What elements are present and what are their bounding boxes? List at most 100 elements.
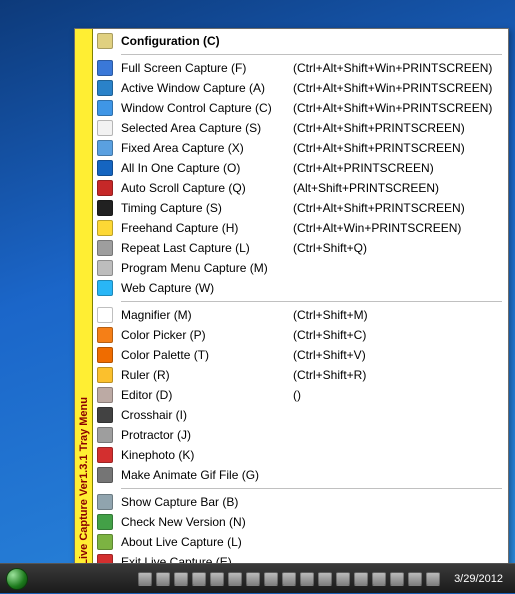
menu-item-shortcut: (Ctrl+Alt+Shift+PRINTSCREEN)	[293, 201, 465, 215]
menu-item-shortcut: (Ctrl+Alt+PRINTSCREEN)	[293, 161, 434, 175]
menu-item-label: Auto Scroll Capture (Q)	[121, 181, 293, 195]
menu-item[interactable]: Configuration (C)	[93, 31, 508, 51]
menu-item-icon	[97, 534, 113, 550]
menu-item-shortcut: (Ctrl+Shift+Q)	[293, 241, 367, 255]
menu-item[interactable]: Fixed Area Capture (X)(Ctrl+Alt+Shift+PR…	[93, 138, 508, 158]
taskbar-clock[interactable]: 3/29/2012	[444, 572, 509, 586]
tray-icon[interactable]	[318, 572, 332, 586]
menu-item[interactable]: Protractor (J)	[93, 425, 508, 445]
menu-item-icon	[97, 60, 113, 76]
menu-item[interactable]: Magnifier (M)(Ctrl+Shift+M)	[93, 305, 508, 325]
menu-item[interactable]: Program Menu Capture (M)	[93, 258, 508, 278]
tray-icon[interactable]	[264, 572, 278, 586]
menu-item[interactable]: Repeat Last Capture (L)(Ctrl+Shift+Q)	[93, 238, 508, 258]
menu-separator	[121, 301, 502, 302]
menu-item[interactable]: All In One Capture (O)(Ctrl+Alt+PRINTSCR…	[93, 158, 508, 178]
menu-item-icon	[97, 120, 113, 136]
menu-item-shortcut: (Ctrl+Shift+M)	[293, 308, 368, 322]
menu-item[interactable]: Crosshair (I)	[93, 405, 508, 425]
menu-item-label: Kinephoto (K)	[121, 448, 293, 462]
menu-item-label: Repeat Last Capture (L)	[121, 241, 293, 255]
menu-item-icon	[97, 180, 113, 196]
menu-item-icon	[97, 280, 113, 296]
menu-item[interactable]: Editor (D)()	[93, 385, 508, 405]
tray-icon[interactable]	[390, 572, 404, 586]
menu-item-shortcut: (Ctrl+Alt+Shift+PRINTSCREEN)	[293, 121, 465, 135]
menu-title-strip: Live Capture Ver1.3.1 Tray Menu	[75, 29, 93, 574]
tray-icon[interactable]	[246, 572, 260, 586]
menu-item[interactable]: Freehand Capture (H)(Ctrl+Alt+Win+PRINTS…	[93, 218, 508, 238]
menu-item-shortcut: (Ctrl+Alt+Win+PRINTSCREEN)	[293, 221, 461, 235]
menu-item[interactable]: Color Picker (P)(Ctrl+Shift+C)	[93, 325, 508, 345]
tray-icon[interactable]	[228, 572, 242, 586]
tray-icon[interactable]	[210, 572, 224, 586]
menu-item[interactable]: Window Control Capture (C)(Ctrl+Alt+Shif…	[93, 98, 508, 118]
start-button[interactable]	[0, 564, 34, 594]
menu-item-icon	[97, 327, 113, 343]
menu-item-icon	[97, 260, 113, 276]
menu-body: Configuration (C) Full Screen Capture (F)…	[93, 29, 508, 574]
tray-icon[interactable]	[156, 572, 170, 586]
menu-item[interactable]: Auto Scroll Capture (Q)(Alt+Shift+PRINTS…	[93, 178, 508, 198]
tray-icon[interactable]	[408, 572, 422, 586]
tray-icon[interactable]	[282, 572, 296, 586]
menu-separator	[121, 488, 502, 489]
menu-item-shortcut: (Ctrl+Alt+Shift+Win+PRINTSCREEN)	[293, 101, 492, 115]
menu-item-label: Color Picker (P)	[121, 328, 293, 342]
menu-item-label: Check New Version (N)	[121, 515, 293, 529]
menu-item[interactable]: Selected Area Capture (S)(Ctrl+Alt+Shift…	[93, 118, 508, 138]
menu-item-label: Window Control Capture (C)	[121, 101, 293, 115]
menu-item-label: Timing Capture (S)	[121, 201, 293, 215]
menu-item-label: Active Window Capture (A)	[121, 81, 293, 95]
menu-item-label: Program Menu Capture (M)	[121, 261, 293, 275]
tray-icon[interactable]	[138, 572, 152, 586]
menu-item-label: Crosshair (I)	[121, 408, 293, 422]
menu-item-icon	[97, 240, 113, 256]
menu-item[interactable]: Show Capture Bar (B)	[93, 492, 508, 512]
menu-item[interactable]: Web Capture (W)	[93, 278, 508, 298]
taskbar: 3/29/2012	[0, 563, 515, 593]
menu-item-icon	[97, 467, 113, 483]
menu-item[interactable]: About Live Capture (L)	[93, 532, 508, 552]
tray-icon[interactable]	[174, 572, 188, 586]
menu-item[interactable]: Timing Capture (S)(Ctrl+Alt+Shift+PRINTS…	[93, 198, 508, 218]
menu-item-icon	[97, 160, 113, 176]
menu-item-label: Selected Area Capture (S)	[121, 121, 293, 135]
tray-icon[interactable]	[354, 572, 368, 586]
menu-item-icon	[97, 220, 113, 236]
tray-icon[interactable]	[426, 572, 440, 586]
menu-item-icon	[97, 140, 113, 156]
menu-item[interactable]: Color Palette (T)(Ctrl+Shift+V)	[93, 345, 508, 365]
menu-item[interactable]: Make Animate Gif File (G)	[93, 465, 508, 485]
menu-item-label: Make Animate Gif File (G)	[121, 468, 293, 482]
menu-item-label: Freehand Capture (H)	[121, 221, 293, 235]
tray-icon[interactable]	[300, 572, 314, 586]
menu-item-label: Editor (D)	[121, 388, 293, 402]
menu-item[interactable]: Ruler (R)(Ctrl+Shift+R)	[93, 365, 508, 385]
tray-icon[interactable]	[372, 572, 386, 586]
tray-icon[interactable]	[192, 572, 206, 586]
menu-item-label: Magnifier (M)	[121, 308, 293, 322]
tray-icon[interactable]	[336, 572, 350, 586]
menu-item-icon	[97, 387, 113, 403]
menu-item-icon	[97, 80, 113, 96]
menu-item-label: About Live Capture (L)	[121, 535, 293, 549]
menu-item-label: Full Screen Capture (F)	[121, 61, 293, 75]
context-menu: Live Capture Ver1.3.1 Tray Menu Configur…	[74, 28, 509, 575]
menu-item-shortcut: (Ctrl+Alt+Shift+PRINTSCREEN)	[293, 141, 465, 155]
menu-item-icon	[97, 494, 113, 510]
menu-item-label: Color Palette (T)	[121, 348, 293, 362]
menu-item[interactable]: Kinephoto (K)	[93, 445, 508, 465]
menu-item-icon	[97, 367, 113, 383]
menu-item-shortcut: (Ctrl+Alt+Shift+Win+PRINTSCREEN)	[293, 61, 492, 75]
menu-item[interactable]: Check New Version (N)	[93, 512, 508, 532]
menu-item[interactable]: Full Screen Capture (F)(Ctrl+Alt+Shift+W…	[93, 58, 508, 78]
menu-item-shortcut: (Ctrl+Shift+C)	[293, 328, 366, 342]
menu-item[interactable]: Active Window Capture (A)(Ctrl+Alt+Shift…	[93, 78, 508, 98]
menu-item-icon	[97, 33, 113, 49]
menu-item-icon	[97, 347, 113, 363]
menu-item-label: Fixed Area Capture (X)	[121, 141, 293, 155]
menu-item-icon	[97, 407, 113, 423]
menu-item-shortcut: (Ctrl+Shift+V)	[293, 348, 366, 362]
menu-item-label: Show Capture Bar (B)	[121, 495, 293, 509]
